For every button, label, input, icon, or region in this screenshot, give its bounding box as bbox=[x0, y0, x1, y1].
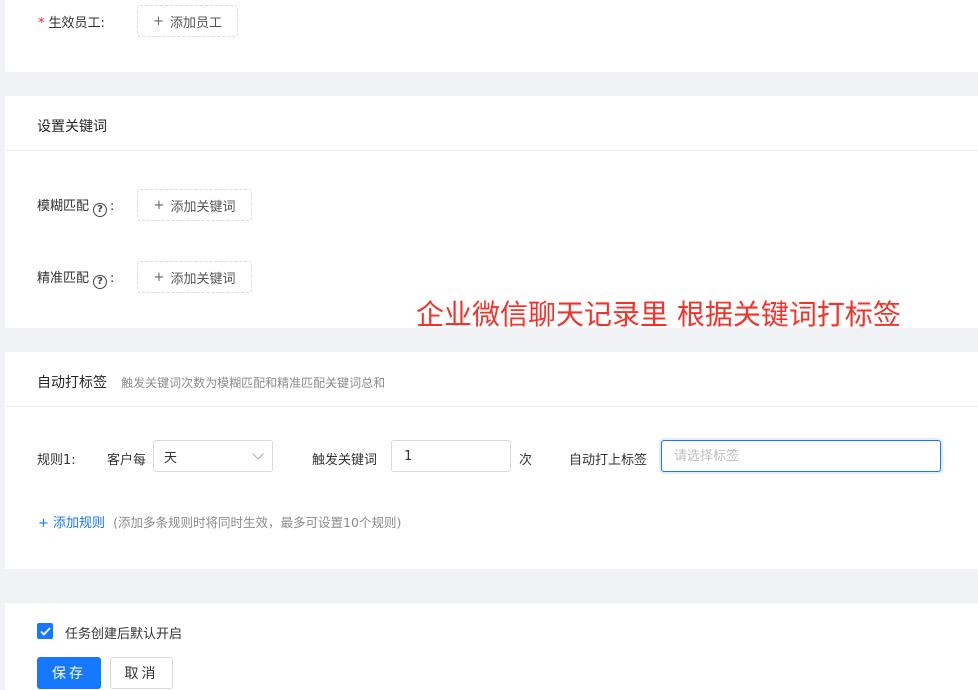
annotation-overlay-text: 企业微信聊天记录里 根据关键词打标签 bbox=[416, 298, 901, 331]
add-rule-link[interactable]: + 添加规则 bbox=[38, 516, 105, 531]
plus-icon: + bbox=[153, 269, 165, 285]
default-enable-label: 任务创建后默认开启 bbox=[65, 627, 183, 642]
trigger-count-input[interactable] bbox=[391, 440, 511, 472]
exact-match-label: 精准匹配?: bbox=[37, 271, 115, 289]
fuzzy-match-label: 模糊匹配?: bbox=[37, 199, 115, 217]
checkmark-icon bbox=[39, 626, 51, 636]
add-staff-button[interactable]: + 添加员工 bbox=[137, 5, 238, 37]
auto-tag-section: 自动打标签 触发关键词次数为模糊匹配和精准匹配关键词总和 规则1: 客户每 天 … bbox=[5, 352, 978, 569]
count-unit-label: 次 bbox=[519, 453, 533, 468]
staff-section: * 生效员工: + 添加员工 bbox=[5, 0, 978, 72]
staff-label: * 生效员工: bbox=[38, 16, 105, 31]
add-exact-keyword-button[interactable]: + 添加关键词 bbox=[137, 261, 252, 293]
cancel-button[interactable]: 取消 bbox=[110, 657, 173, 689]
footer-section: 任务创建后默认开启 保存 取消 bbox=[5, 603, 978, 690]
add-rule-hint: (添加多条规则时将同时生效，最多可设置10个规则) bbox=[113, 515, 402, 530]
default-enable-checkbox[interactable] bbox=[37, 623, 53, 639]
auto-tag-label: 自动打上标签 bbox=[569, 453, 648, 468]
plus-icon: + bbox=[153, 197, 165, 213]
rule-label: 规则1: bbox=[37, 453, 76, 468]
auto-tag-hint: 触发关键词次数为模糊匹配和精准匹配关键词总和 bbox=[121, 376, 386, 390]
tag-select-input[interactable] bbox=[661, 440, 941, 472]
required-mark: * bbox=[38, 16, 45, 31]
auto-tag-title: 自动打标签 bbox=[37, 375, 107, 391]
period-select[interactable]: 天 bbox=[153, 440, 273, 472]
period-value: 天 bbox=[164, 450, 178, 466]
auto-tag-header: 自动打标签 触发关键词次数为模糊匹配和精准匹配关键词总和 bbox=[37, 372, 385, 392]
add-fuzzy-keyword-button[interactable]: + 添加关键词 bbox=[137, 189, 252, 221]
divider bbox=[5, 406, 978, 407]
question-circle-icon[interactable]: ? bbox=[93, 203, 108, 217]
keyword-section-title: 设置关键词 bbox=[37, 119, 107, 135]
per-customer-label: 客户每 bbox=[107, 453, 147, 468]
question-circle-icon[interactable]: ? bbox=[93, 275, 108, 289]
trigger-keyword-label: 触发关键词 bbox=[312, 453, 378, 468]
save-button[interactable]: 保存 bbox=[37, 657, 101, 689]
plus-icon: + bbox=[153, 13, 164, 29]
chevron-down-icon bbox=[252, 448, 264, 460]
divider bbox=[5, 150, 978, 151]
add-rule-row: + 添加规则 (添加多条规则时将同时生效，最多可设置10个规则) bbox=[38, 512, 401, 531]
